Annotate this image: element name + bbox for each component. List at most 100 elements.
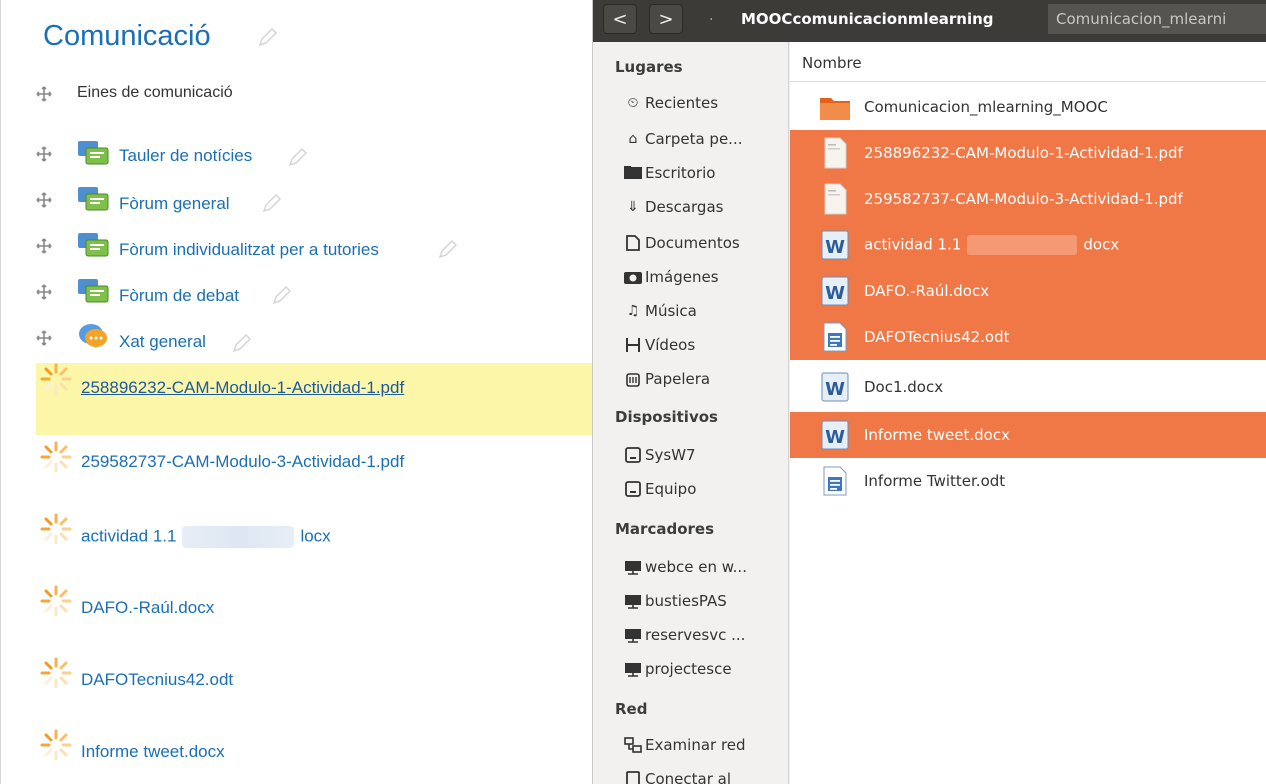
uploading-file-1[interactable]: 258896232-CAM-Modulo-1-Actividad-1.pdf — [81, 378, 404, 398]
breadcrumb-current[interactable]: MOOCcomunicacionmlearning — [733, 4, 1002, 34]
sidebar-heading-dispositivos: Dispositivos — [615, 408, 718, 426]
file-name: Informe Twitter.odt — [864, 472, 1006, 490]
sidebar-item-label: Carpeta pe... — [645, 130, 743, 148]
music-icon: ♫ — [626, 303, 640, 319]
move-icon[interactable] — [36, 146, 52, 162]
home-icon: ⌂ — [628, 131, 638, 147]
file-row-dafotecnius[interactable]: DAFOTecnius42.odt — [790, 314, 1266, 360]
breadcrumb-next[interactable]: Comunicacion_mlearni — [1048, 4, 1266, 34]
sidebar-item-conectar[interactable]: Conectar al — [623, 770, 731, 784]
sidebar-item-videos[interactable]: Vídeos — [623, 336, 695, 354]
sidebar-item-descargas[interactable]: ⇓ Descargas — [623, 198, 723, 216]
chat-link-xat[interactable]: Xat general — [119, 332, 206, 352]
path-bar: < > · MOOCcomunicacionmlearning Comunica… — [593, 0, 1266, 42]
svg-text:W: W — [825, 283, 845, 304]
drive-icon — [623, 480, 643, 498]
file-row-informe-twitter[interactable]: Informe Twitter.odt — [790, 458, 1266, 504]
file-name: Doc1.docx — [864, 378, 944, 396]
column-header-nombre[interactable]: Nombre — [790, 42, 1266, 82]
sidebar-item-label: Papelera — [645, 370, 711, 388]
uploading-file-6[interactable]: Informe tweet.docx — [81, 742, 225, 762]
edit-icon[interactable] — [271, 284, 293, 306]
file-row-dafo-raul[interactable]: W DAFO.-Raúl.docx — [790, 268, 1266, 314]
move-icon[interactable] — [36, 330, 52, 346]
sidebar-item-documentos[interactable]: Documentos — [623, 234, 740, 252]
uploading-file-4[interactable]: DAFO.-Raúl.docx — [81, 598, 214, 618]
loading-spinner-icon — [40, 441, 72, 473]
sidebar-item-escritorio[interactable]: Escritorio — [623, 164, 715, 182]
clock-icon: ⏲ — [627, 95, 639, 111]
file-manager-window: < > · MOOCcomunicacionmlearning Comunica… — [592, 0, 1266, 784]
writer-icon — [823, 322, 847, 352]
file-name: DAFOTecnius42.odt — [864, 328, 1010, 346]
sidebar-item-sysw7[interactable]: SysW7 — [623, 446, 696, 464]
sidebar-item-label: SysW7 — [645, 446, 696, 464]
edit-icon[interactable] — [261, 192, 283, 214]
desktop-icon — [623, 164, 643, 182]
sidebar-item-label: webce en w... — [645, 558, 747, 576]
forum-link-individualitzat[interactable]: Fòrum individualitzat per a tutories — [119, 240, 379, 260]
sidebar-item-carpeta[interactable]: ⌂ Carpeta pe... — [623, 130, 743, 148]
chat-icon — [79, 324, 107, 347]
file-name-end: docx — [1083, 235, 1120, 254]
uploading-file-3[interactable]: actividad 1.1 locx — [81, 526, 331, 548]
edit-icon[interactable] — [231, 332, 253, 354]
path-separator: · — [709, 12, 714, 28]
section-title: Comunicació — [43, 20, 211, 52]
network-icon — [623, 736, 643, 754]
file-row-pdf-1[interactable]: 258896232-CAM-Modulo-1-Actividad-1.pdf — [790, 130, 1266, 176]
sidebar-heading-marcadores: Marcadores — [615, 520, 715, 538]
move-icon[interactable] — [36, 192, 52, 208]
forum-icon — [78, 187, 109, 211]
sidebar-item-label: bustiesPAS — [645, 592, 727, 610]
word-icon: W — [821, 230, 849, 260]
file-row-folder[interactable]: Comunicacion_mlearning_MOOC — [790, 84, 1266, 130]
file-name: 258896232-CAM-Modulo-1-Actividad-1.pdf — [864, 144, 1183, 162]
uploading-file-5[interactable]: DAFOTecnius42.odt — [81, 670, 233, 690]
forum-link-general[interactable]: Fòrum general — [119, 194, 230, 214]
uploading-file-2[interactable]: 259582737-CAM-Modulo-3-Actividad-1.pdf — [81, 452, 404, 472]
sidebar-item-projectesce[interactable]: projectesce — [623, 660, 732, 678]
redacted-blur — [182, 526, 295, 548]
network-folder-icon — [623, 558, 643, 576]
move-icon[interactable] — [36, 86, 52, 102]
sidebar-item-equipo[interactable]: Equipo — [623, 480, 696, 498]
file-row-informe-tweet[interactable]: W Informe tweet.docx — [790, 412, 1266, 458]
sidebar-item-reservesvc[interactable]: reservesvc ... — [623, 626, 745, 644]
sidebar-heading-lugares: Lugares — [615, 58, 683, 76]
sidebar-item-label: Música — [645, 302, 697, 320]
file-name: 259582737-CAM-Modulo-3-Actividad-1.pdf — [864, 190, 1183, 208]
forward-button[interactable]: > — [649, 4, 683, 34]
file-row-actividad[interactable]: W actividad 1.1 docx — [790, 222, 1266, 268]
word-icon: W — [821, 372, 849, 402]
sidebar-item-examinar-red[interactable]: Examinar red — [623, 736, 746, 754]
sidebar-item-musica[interactable]: ♫ Música — [623, 302, 697, 320]
file-row-pdf-2[interactable]: 259582737-CAM-Modulo-3-Actividad-1.pdf — [790, 176, 1266, 222]
move-icon[interactable] — [36, 238, 52, 254]
file-list: Nombre Comunicacion_mlearning_MOOC 25889… — [790, 42, 1266, 784]
sidebar-item-recientes[interactable]: ⏲ Recientes — [623, 94, 719, 112]
camera-icon — [623, 268, 643, 286]
back-button[interactable]: < — [603, 4, 637, 34]
move-icon[interactable] — [36, 284, 52, 300]
network-folder-icon — [623, 626, 643, 644]
file-name-start: actividad 1.1 — [864, 235, 962, 254]
sidebar-item-label: Documentos — [645, 234, 740, 252]
sidebar-item-bustiespas[interactable]: bustiesPAS — [623, 592, 727, 610]
edit-icon[interactable] — [437, 238, 459, 260]
sidebar-item-label: Recientes — [645, 94, 719, 112]
redacted-blur — [967, 235, 1078, 255]
file-row-doc1[interactable]: W Doc1.docx — [790, 364, 1266, 410]
loading-spinner-icon — [40, 363, 72, 395]
forum-link-debat[interactable]: Fòrum de debat — [119, 286, 239, 306]
sidebar-item-webce[interactable]: webce en w... — [623, 558, 747, 576]
sidebar-item-imagenes[interactable]: Imágenes — [623, 268, 719, 286]
edit-icon[interactable] — [287, 146, 309, 168]
edit-title-icon[interactable] — [257, 26, 279, 48]
places-sidebar: Lugares ⏲ Recientes ⌂ Carpeta pe... Escrit… — [593, 42, 789, 784]
forum-link-tauler[interactable]: Tauler de notícies — [119, 146, 252, 166]
drive-icon — [623, 446, 643, 464]
forum-icon — [78, 141, 109, 165]
network-folder-icon — [623, 660, 643, 678]
sidebar-item-papelera[interactable]: Papelera — [623, 370, 710, 388]
